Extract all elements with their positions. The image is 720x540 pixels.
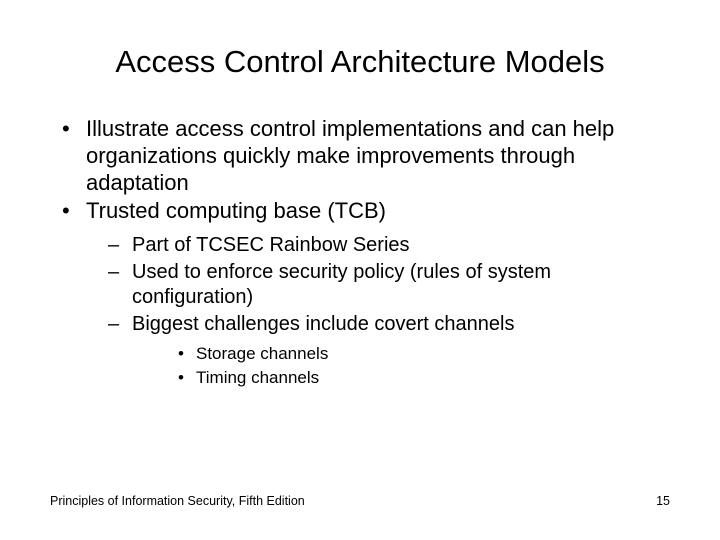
list-item: Timing channels xyxy=(132,367,670,389)
list-item-label: Trusted computing base (TCB) xyxy=(86,198,386,223)
content: Illustrate access control implementation… xyxy=(56,116,670,390)
list-item: Used to enforce security policy (rules o… xyxy=(86,260,670,310)
footer-left: Principles of Information Security, Fift… xyxy=(50,494,305,508)
list-item-label: Biggest challenges include covert channe… xyxy=(132,313,514,335)
list-item: Part of TCSEC Rainbow Series xyxy=(86,233,670,258)
page-number: 15 xyxy=(656,494,670,508)
list-item: Trusted computing base (TCB) Part of TCS… xyxy=(56,198,670,389)
bullet-list-level2: Part of TCSEC Rainbow Series Used to enf… xyxy=(86,233,670,389)
slide: Access Control Architecture Models Illus… xyxy=(0,0,720,540)
bullet-list-level3: Storage channels Timing channels xyxy=(132,343,670,389)
list-item: Biggest challenges include covert channe… xyxy=(86,312,670,389)
bullet-list-level1: Illustrate access control implementation… xyxy=(56,116,670,390)
list-item: Illustrate access control implementation… xyxy=(56,116,670,196)
list-item: Storage channels xyxy=(132,343,670,365)
page-title: Access Control Architecture Models xyxy=(50,44,670,80)
footer: Principles of Information Security, Fift… xyxy=(50,494,670,508)
